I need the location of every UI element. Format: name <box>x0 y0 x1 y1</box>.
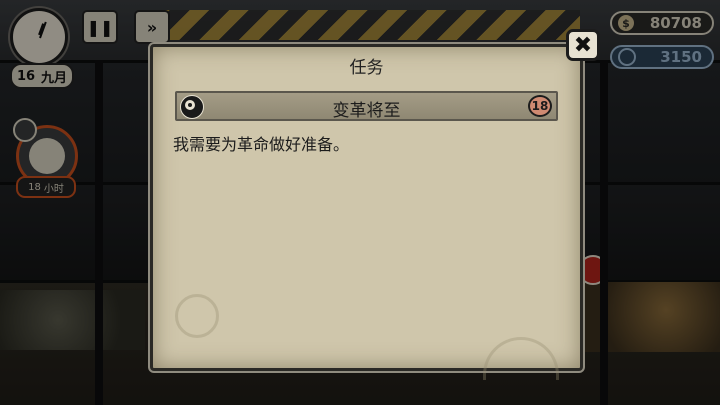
close-icon: ✖ <box>573 32 593 58</box>
quest-dialog: 任务 变革将至 18 我需要为革命做好准备。 <box>150 44 583 380</box>
watermark-emblem-icon <box>483 337 559 380</box>
quest-title: 变革将至 <box>332 101 401 121</box>
dialog-title: 任务 <box>349 58 384 78</box>
quest-item[interactable]: 变革将至 18 <box>175 91 558 121</box>
watermark-emblem-icon <box>175 294 219 338</box>
quest-description: 我需要为革命做好准备。 <box>173 135 350 154</box>
quest-badge: 18 <box>528 95 552 117</box>
close-button[interactable]: ✖ <box>566 29 600 61</box>
